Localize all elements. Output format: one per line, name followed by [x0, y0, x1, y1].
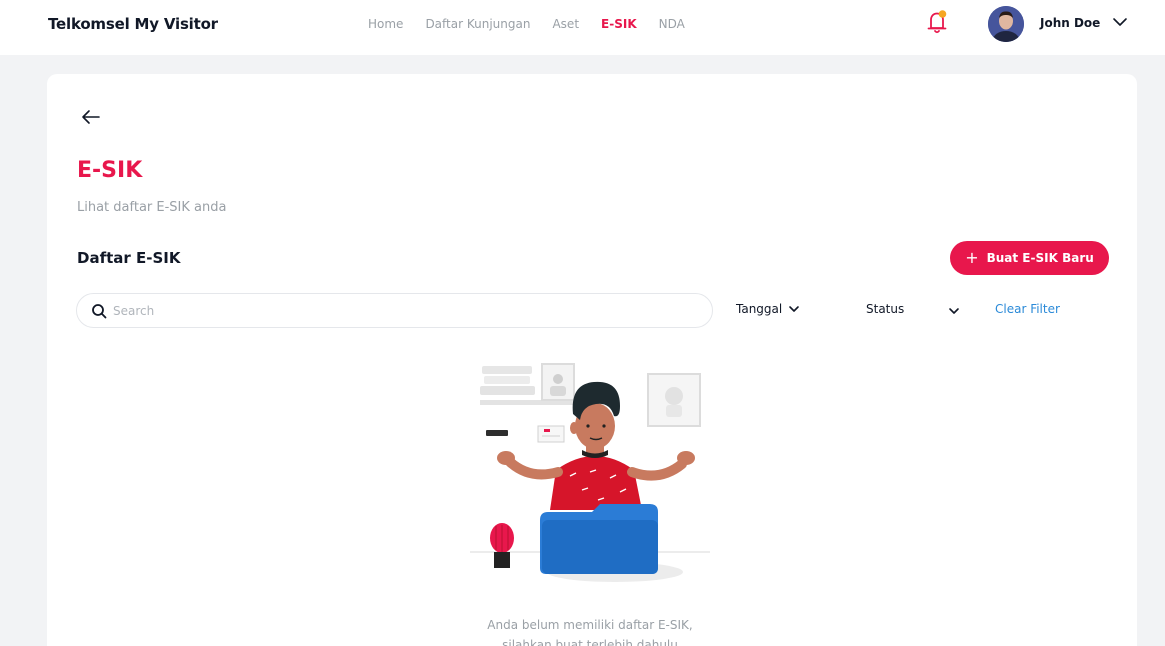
avatar[interactable] — [988, 6, 1024, 42]
plus-icon: + — [965, 248, 979, 267]
chevron-down-icon[interactable] — [1112, 14, 1128, 30]
empty-state-message: Anda belum memiliki daftar E-SIK, silahk… — [430, 615, 750, 646]
section-title: Daftar E-SIK — [77, 249, 181, 267]
nav-item-nda[interactable]: NDA — [659, 17, 685, 31]
search-icon — [92, 304, 107, 319]
top-navbar: Telkomsel My Visitor Home Daftar Kunjung… — [0, 0, 1165, 55]
notification-dot — [938, 10, 947, 18]
bell-icon[interactable] — [925, 9, 949, 35]
user-name[interactable]: John Doe — [1040, 16, 1100, 30]
status-filter-label: Status — [866, 302, 905, 316]
chevron-down-icon — [789, 306, 800, 312]
date-filter-label: Tanggal — [736, 302, 783, 316]
page-title: E-SIK — [77, 158, 143, 183]
nav-item-aset[interactable]: Aset — [552, 17, 579, 31]
main-nav: Home Daftar Kunjungan Aset E-SIK NDA — [368, 17, 685, 31]
clear-filter-link[interactable]: Clear Filter — [995, 302, 1060, 316]
nav-item-home[interactable]: Home — [368, 17, 403, 31]
empty-state-illustration — [470, 363, 710, 582]
empty-state-line-2: silahkan buat terlebih dahulu — [502, 638, 678, 646]
create-e-sik-button-label: Buat E-SIK Baru — [986, 251, 1094, 265]
search-bar — [76, 293, 713, 328]
avatar-image — [988, 6, 1024, 42]
app-title[interactable]: Telkomsel My Visitor — [48, 15, 218, 33]
back-arrow-icon[interactable] — [80, 106, 102, 128]
nav-item-e-sik[interactable]: E-SIK — [601, 17, 637, 31]
chevron-down-icon[interactable] — [948, 305, 960, 317]
search-input[interactable] — [113, 301, 693, 321]
date-filter-dropdown[interactable]: Tanggal — [736, 302, 800, 316]
nav-item-daftar-kunjungan[interactable]: Daftar Kunjungan — [425, 17, 530, 31]
page-subtitle: Lihat daftar E-SIK anda — [77, 200, 227, 215]
status-filter-dropdown[interactable]: Status — [866, 302, 904, 316]
empty-state-line-1: Anda belum memiliki daftar E-SIK, — [487, 618, 693, 632]
create-e-sik-button[interactable]: + Buat E-SIK Baru — [950, 241, 1109, 275]
